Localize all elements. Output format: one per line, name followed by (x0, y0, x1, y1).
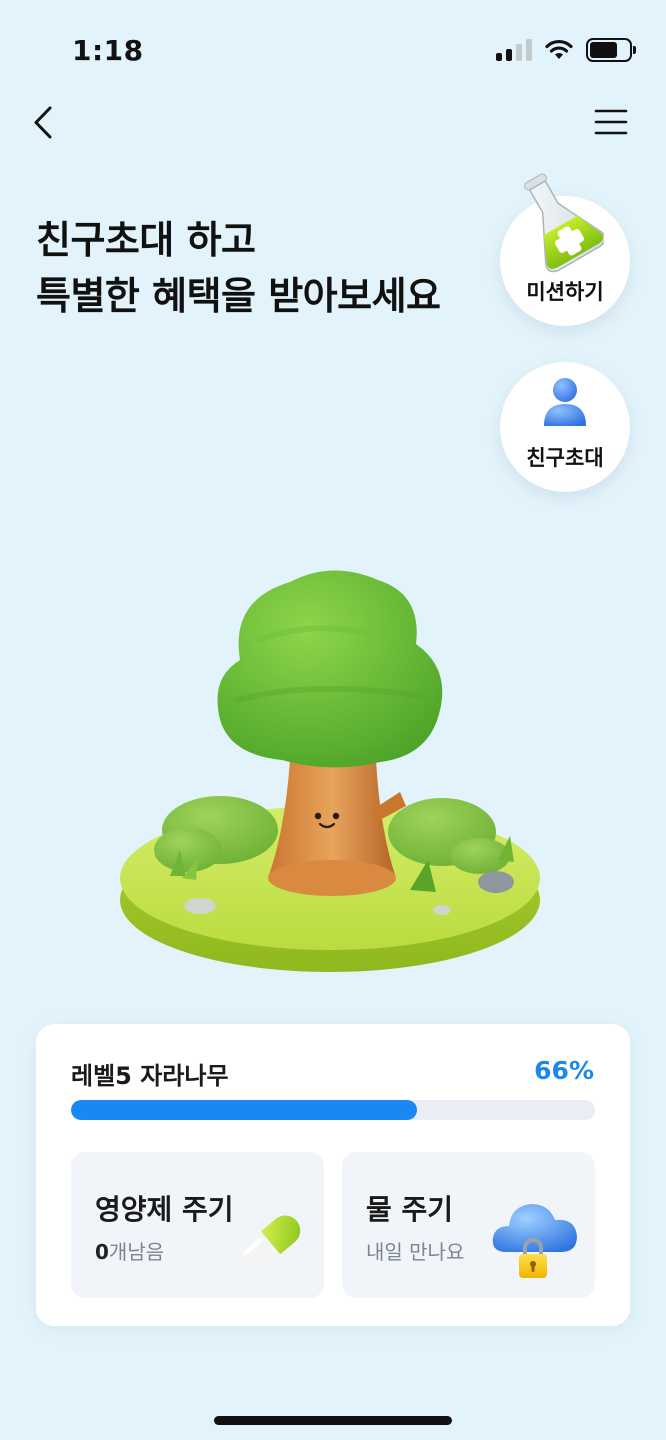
invite-friend-button[interactable]: 친구초대 (500, 362, 630, 492)
back-button[interactable] (26, 100, 66, 146)
level-progress-bar (71, 1100, 595, 1120)
menu-button[interactable] (594, 104, 628, 140)
level-progress-fill (71, 1100, 417, 1120)
level-card: 레벨5 자라나무 66% 영양제 주기 0개남음 물 주기 내일 만나요 (36, 1024, 630, 1326)
invite-button-label: 친구초대 (526, 446, 604, 470)
water-title: 물 주기 (366, 1193, 454, 1226)
mission-button-label: 미션하기 (526, 280, 604, 304)
person-icon (544, 378, 586, 426)
pill-icon (241, 1215, 301, 1270)
tree-illustration (120, 570, 540, 972)
nutrient-remaining: 0개남음 (95, 1236, 164, 1265)
status-bar: 1:18 (0, 0, 666, 100)
home-indicator (214, 1416, 452, 1425)
water-subtitle: 내일 만나요 (366, 1240, 465, 1264)
flask-icon (524, 173, 604, 273)
hamburger-menu-icon (594, 109, 628, 135)
wifi-icon (545, 39, 573, 59)
give-water-button[interactable]: 물 주기 내일 만나요 (342, 1152, 595, 1298)
nutrient-count-suffix: 개남음 (108, 1240, 165, 1264)
cloud-lock-icon (492, 1204, 577, 1278)
status-icons (496, 38, 636, 62)
headline-line-1: 친구초대 하고 (36, 218, 256, 262)
battery-icon (586, 38, 636, 62)
give-nutrient-button[interactable]: 영양제 주기 0개남음 (71, 1152, 324, 1298)
headline-line-2: 특별한 혜택을 받아보세요 (36, 274, 441, 318)
nutrient-count: 0 (95, 1240, 109, 1264)
mission-button[interactable]: 미션하기 (500, 173, 630, 326)
status-time: 1:18 (72, 34, 144, 67)
nutrient-title: 영양제 주기 (95, 1193, 234, 1226)
level-percent: 66% (534, 1056, 594, 1085)
signal-icon (496, 39, 532, 61)
page-headline: 친구초대 하고 특별한 혜택을 받아보세요 (36, 212, 441, 324)
chevron-left-icon (34, 106, 52, 139)
level-label: 레벨5 자라나무 (71, 1062, 229, 1090)
